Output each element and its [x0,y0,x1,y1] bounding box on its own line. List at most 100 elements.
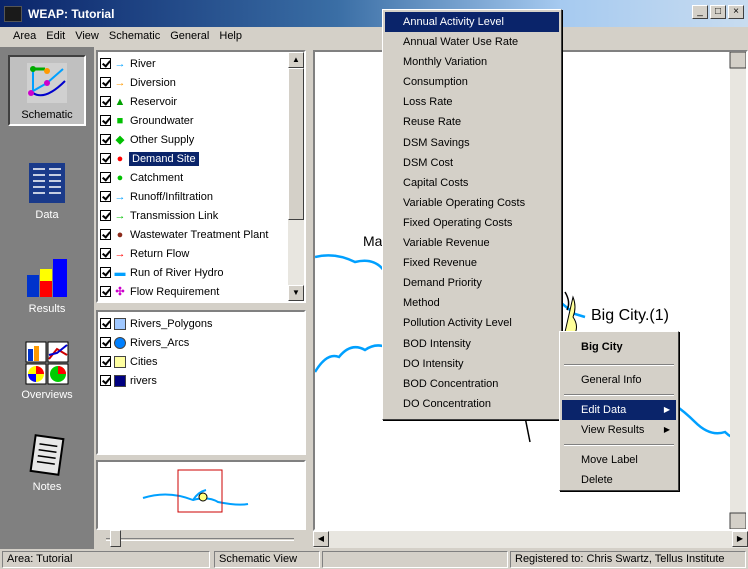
status-area: Area: Tutorial [2,551,210,568]
visibility-checkbox[interactable] [100,96,111,107]
legend-item[interactable]: ■ Groundwater [100,111,286,130]
move-label-item[interactable]: Move Label [562,450,676,470]
legend-item[interactable]: ✣ Flow Requirement [100,282,286,301]
edit-data-menu-item[interactable]: Monthly Variation [385,52,559,72]
visibility-checkbox[interactable] [100,229,111,240]
layer-item[interactable]: Rivers_Polygons [100,314,286,333]
close-button[interactable]: × [728,5,744,19]
minimize-button[interactable]: _ [692,5,708,19]
overviews-view-button[interactable]: Overviews [8,337,86,404]
scroll-down-icon[interactable]: ▼ [288,285,304,301]
zoom-slider[interactable] [96,530,306,548]
visibility-checkbox[interactable] [100,286,111,297]
menu-separator [564,394,674,397]
edit-data-menu-item[interactable]: BOD Intensity [385,334,559,354]
map-horizontal-scrollbar[interactable]: ◀ ▶ [313,531,748,548]
layer-swatch-icon [113,336,127,350]
visibility-checkbox[interactable] [100,248,111,259]
visibility-checkbox[interactable] [100,318,111,329]
layer-item[interactable]: Cities [100,352,286,371]
legend-label: River [130,57,156,70]
edit-data-menu-item[interactable]: Variable Operating Costs [385,193,559,213]
general-info-item[interactable]: General Info [562,370,676,390]
notes-icon [29,434,65,476]
edit-data-menu-item[interactable]: Fixed Operating Costs [385,213,559,233]
legend-item[interactable]: ● Catchment [100,168,286,187]
submenu-arrow-icon: ▶ [663,405,670,415]
window-title: WEAP: Tutorial [28,7,115,21]
legend-item[interactable]: ● Wastewater Treatment Plant [100,225,286,244]
layer-label: rivers [130,374,157,387]
visibility-checkbox[interactable] [100,191,111,202]
scroll-up-icon[interactable]: ▲ [288,52,304,68]
edit-data-submenu: Annual Activity Level Annual Water Use Ra… [382,9,562,420]
edit-data-menu-item[interactable]: DO Concentration [385,394,559,414]
legend-item[interactable]: ▲ Reservoir [100,92,286,111]
layer-item[interactable]: rivers [100,371,286,390]
edit-data-menu-item[interactable]: DSM Cost [385,153,559,173]
visibility-checkbox[interactable] [100,172,111,183]
edit-data-menu-item[interactable]: Consumption [385,72,559,92]
visibility-checkbox[interactable] [100,115,111,126]
edit-data-menu-item[interactable]: Method [385,293,559,313]
notes-view-button[interactable]: Notes [8,429,86,496]
visibility-checkbox[interactable] [100,153,111,164]
legend-item[interactable]: ◆ Other Supply [100,130,286,149]
visibility-checkbox[interactable] [100,210,111,221]
visibility-checkbox[interactable] [100,134,111,145]
menu-edit[interactable]: Edit [41,27,70,47]
legend-item[interactable]: → Transmission Link [100,206,286,225]
visibility-checkbox[interactable] [100,375,111,386]
viewport-rect[interactable] [177,469,223,513]
menu-schematic[interactable]: Schematic [104,27,165,47]
visibility-checkbox[interactable] [100,337,111,348]
legend-item[interactable]: ▬ Run of River Hydro [100,263,286,282]
legend-item[interactable]: → Diversion [100,73,286,92]
maximize-button[interactable]: □ [710,5,726,19]
edit-data-menu-item[interactable]: Fixed Revenue [385,253,559,273]
edit-data-menu-item[interactable]: Annual Water Use Rate [385,32,559,52]
view-results-item[interactable]: View Results ▶ [562,420,676,440]
schematic-view-button[interactable]: Schematic [8,55,86,126]
menu-help[interactable]: Help [214,27,247,47]
layer-item[interactable]: Rivers_Arcs [100,333,286,352]
edit-data-menu-item[interactable]: Pollution Activity Level [385,313,559,333]
edit-data-menu-item[interactable]: Annual Activity Level [385,12,559,33]
visibility-checkbox[interactable] [100,356,111,367]
edit-data-menu-item[interactable]: Loss Rate [385,92,559,112]
edit-data-item[interactable]: Edit Data ▶ [562,400,676,421]
visibility-checkbox[interactable] [100,77,111,88]
visibility-checkbox[interactable] [100,267,111,278]
node-context-menu: Big City General Info Edit Data ▶ View R… [559,331,679,491]
edit-data-menu-item[interactable]: Reuse Rate [385,112,559,132]
zoom-slider-knob[interactable] [110,530,121,547]
legend-item[interactable]: → Return Flow [100,244,286,263]
legend-label: Other Supply [130,133,195,146]
edit-data-menu-item[interactable]: Demand Priority [385,273,559,293]
overview-minimap[interactable] [96,460,306,530]
edit-data-menu-item[interactable]: Capital Costs [385,173,559,193]
legend-scrollbar[interactable]: ▲ ▼ [288,52,304,301]
legend-item[interactable]: ● Demand Site [100,149,286,168]
legend-label: Transmission Link [130,209,219,222]
results-view-button[interactable]: Results [8,251,86,318]
edit-data-menu-item[interactable]: DO Intensity [385,354,559,374]
scroll-thumb[interactable] [288,68,304,220]
data-label: Data [35,209,59,221]
scroll-left-icon[interactable]: ◀ [313,531,329,547]
menu-general[interactable]: General [165,27,214,47]
edit-data-menu-item[interactable]: Variable Revenue [385,233,559,253]
layer-label: Rivers_Arcs [130,336,190,349]
edit-data-menu-item[interactable]: BOD Concentration [385,374,559,394]
menu-area[interactable]: Area [8,27,41,47]
data-view-button[interactable]: Data [8,157,86,224]
layer-swatch-icon [113,355,127,369]
delete-item[interactable]: Delete [562,470,676,490]
scroll-right-icon[interactable]: ▶ [732,531,748,547]
edit-data-menu-item[interactable]: DSM Savings [385,133,559,153]
menu-separator [564,364,674,366]
menu-view[interactable]: View [70,27,104,47]
visibility-checkbox[interactable] [100,58,111,69]
legend-item[interactable]: → Runoff/Infiltration [100,187,286,206]
legend-item[interactable]: → River [100,54,286,73]
